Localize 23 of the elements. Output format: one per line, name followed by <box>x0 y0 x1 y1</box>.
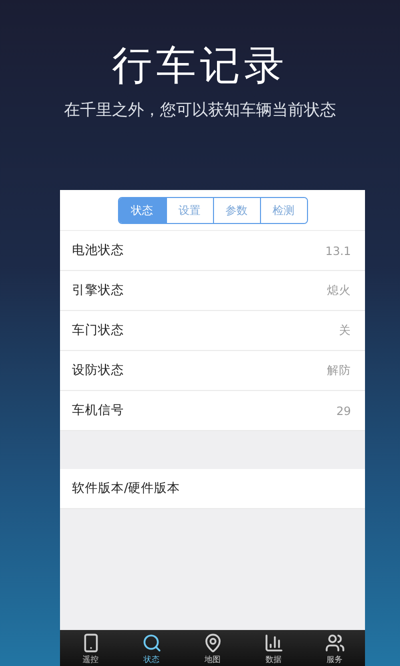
status-value: 13.1 <box>325 244 351 258</box>
bar-chart-icon <box>264 633 284 653</box>
status-value: 29 <box>336 404 351 418</box>
nav-item[interactable]: 服务 <box>304 630 365 666</box>
status-value: 关 <box>339 323 351 338</box>
status-label: 电池状态 <box>72 242 124 259</box>
nav-item[interactable]: 遥控 <box>60 630 121 666</box>
search-icon <box>142 633 162 653</box>
nav-item[interactable]: 地图 <box>182 630 243 666</box>
page-subtitle: 在千里之外，您可以获知车辆当前状态 <box>64 100 336 121</box>
status-label: 车机信号 <box>72 402 124 419</box>
status-value: 解防 <box>327 363 351 378</box>
status-label: 设防状态 <box>72 362 124 379</box>
people-icon <box>324 633 344 653</box>
version-label: 软件版本/硬件版本 <box>72 480 180 497</box>
map-pin-icon <box>202 633 222 653</box>
nav-item[interactable]: 状态 <box>121 630 182 666</box>
status-label: 车门状态 <box>72 322 124 339</box>
nav-item[interactable]: 数据 <box>243 630 304 666</box>
version-row[interactable]: 软件版本/硬件版本 <box>60 469 365 509</box>
page-title: 行车记录 <box>112 42 288 90</box>
status-label: 引擎状态 <box>72 282 124 299</box>
status-value: 熄火 <box>327 283 351 298</box>
